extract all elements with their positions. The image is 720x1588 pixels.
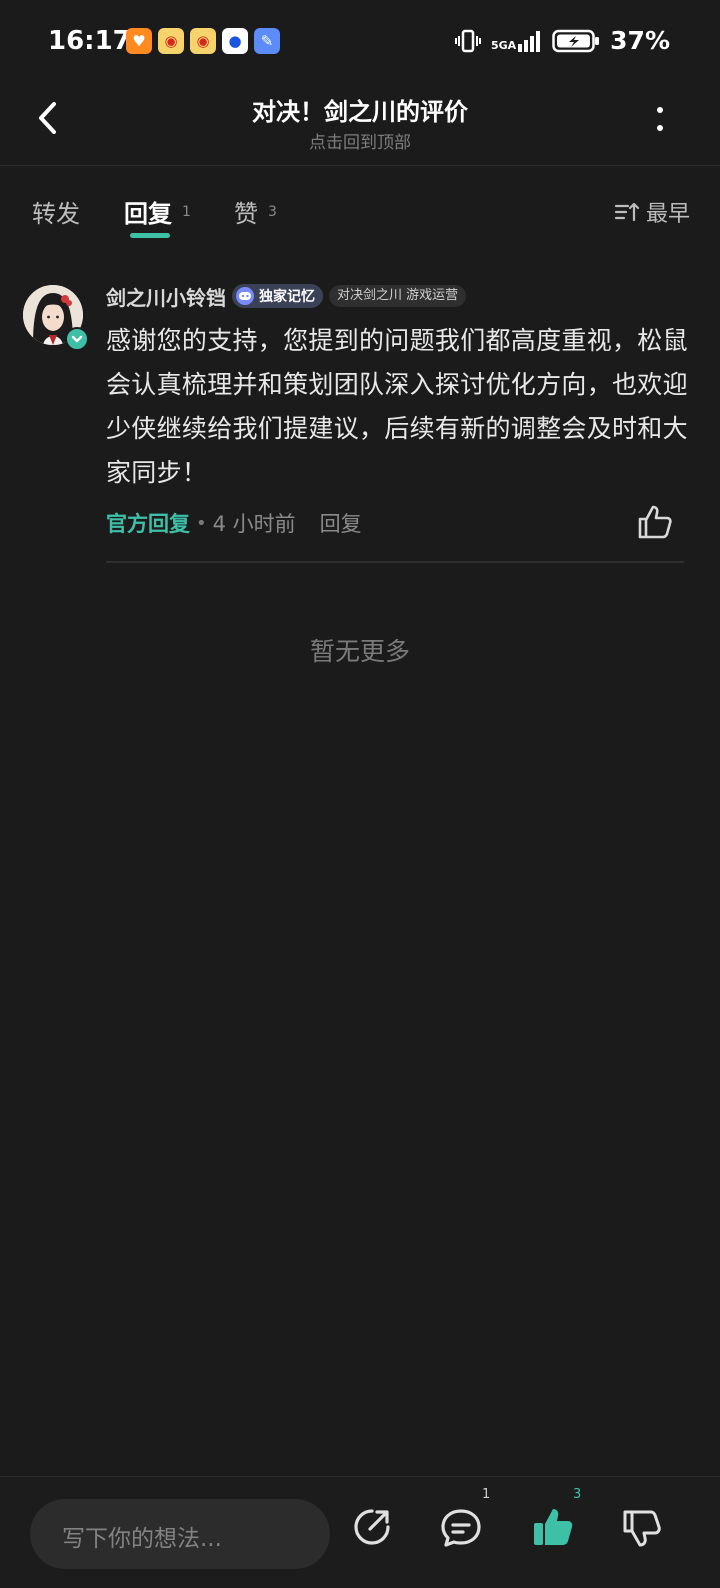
no-more-text: 暂无更多	[309, 637, 410, 666]
share-button[interactable]	[350, 1505, 398, 1553]
comment-count: 1	[482, 1487, 491, 1502]
status-app-icons: ♥ ◉ ◉ ● ✎	[126, 28, 280, 54]
battery-icon	[552, 29, 600, 52]
app-blue-icon: ●	[222, 28, 248, 54]
page-title: 对决！剑之川的评价	[252, 98, 468, 126]
sort-button[interactable]: 最早	[614, 196, 690, 228]
reply-header: 剑之川小铃铛 独家记忆 对决剑之川 游戏运营	[106, 284, 690, 310]
reply-time: 4 小时前	[212, 512, 296, 536]
avatar[interactable]	[23, 285, 89, 351]
status-bar: 16:17 ♥ ◉ ◉ ● ✎ 5GA 37%	[0, 0, 720, 82]
reply-meta: 官方回复 • 4 小时前 回复	[106, 503, 690, 543]
weibo-icon: ◉	[190, 28, 216, 54]
checkmark-icon	[71, 335, 83, 343]
badge-label: 独家记忆	[259, 289, 315, 305]
like-reply-button[interactable]	[636, 503, 676, 543]
comments-button[interactable]	[438, 1505, 486, 1553]
reply-content: 剑之川小铃铛 独家记忆 对决剑之川 游戏运营 感谢您的支持，您提到的问题我们都高…	[106, 284, 690, 563]
verified-badge	[65, 327, 89, 351]
role-tag: 对决剑之川 游戏运营	[329, 285, 467, 307]
more-dot-icon	[657, 125, 663, 131]
app-blue-icon: ✎	[254, 28, 280, 54]
signal-icon	[518, 30, 541, 52]
official-reply-label: 官方回复	[106, 512, 190, 536]
taobao-icon: ♥	[126, 28, 152, 54]
top-nav: 对决！剑之川的评价 点击回到顶部	[0, 82, 720, 166]
more-dot-icon	[657, 107, 663, 113]
battery-percent: 37%	[610, 26, 670, 55]
tab-label: 转发	[32, 200, 80, 228]
active-tab-indicator	[130, 233, 170, 238]
scroll-to-top-hint[interactable]: 点击回到顶部	[0, 128, 720, 153]
tab-replies[interactable]: 回复 1	[124, 194, 191, 238]
tab-bar: 转发 回复 1 赞3 最早	[0, 180, 720, 240]
share-icon	[354, 1509, 390, 1545]
thumbs-down-icon	[623, 1510, 661, 1547]
weibo-icon: ◉	[158, 28, 184, 54]
tab-label: 回复	[124, 200, 172, 228]
status-time: 16:17	[48, 26, 131, 56]
reply-text: 感谢您的支持，您提到的问题我们都高度重视，松鼠会认真梳理并和策划团队深入探讨优化…	[106, 326, 688, 487]
thumbs-up-icon	[638, 505, 672, 539]
bottom-action-bar: 写下你的想法... 1 3	[0, 1476, 720, 1588]
network-type: 5GA	[490, 38, 517, 52]
tab-likes[interactable]: 赞3	[234, 194, 277, 229]
divider	[106, 561, 684, 563]
separator-dot: •	[196, 512, 207, 534]
comment-input[interactable]: 写下你的想法...	[30, 1499, 330, 1569]
dislike-button[interactable]	[620, 1505, 668, 1553]
status-indicators: 5GA 37%	[454, 26, 670, 55]
tab-label: 赞	[234, 200, 258, 228]
like-button[interactable]	[530, 1505, 578, 1553]
gamepad-icon	[236, 287, 254, 305]
sort-icon	[614, 202, 640, 222]
tab-count: 3	[268, 204, 277, 220]
vibrate-icon	[454, 29, 481, 52]
sort-label: 最早	[645, 202, 690, 227]
comment-bubble-icon	[441, 1509, 481, 1547]
comment-input-placeholder: 写下你的想法...	[62, 1526, 222, 1552]
tab-count: 1	[182, 204, 191, 220]
user-name[interactable]: 剑之川小铃铛	[106, 282, 226, 311]
reply-button[interactable]: 回复	[320, 508, 362, 538]
more-options-button[interactable]	[648, 104, 672, 134]
thumbs-up-filled-icon	[534, 1509, 573, 1545]
user-badge[interactable]: 独家记忆	[232, 284, 323, 308]
tab-forward[interactable]: 转发	[32, 194, 80, 229]
like-count: 3	[573, 1487, 582, 1502]
